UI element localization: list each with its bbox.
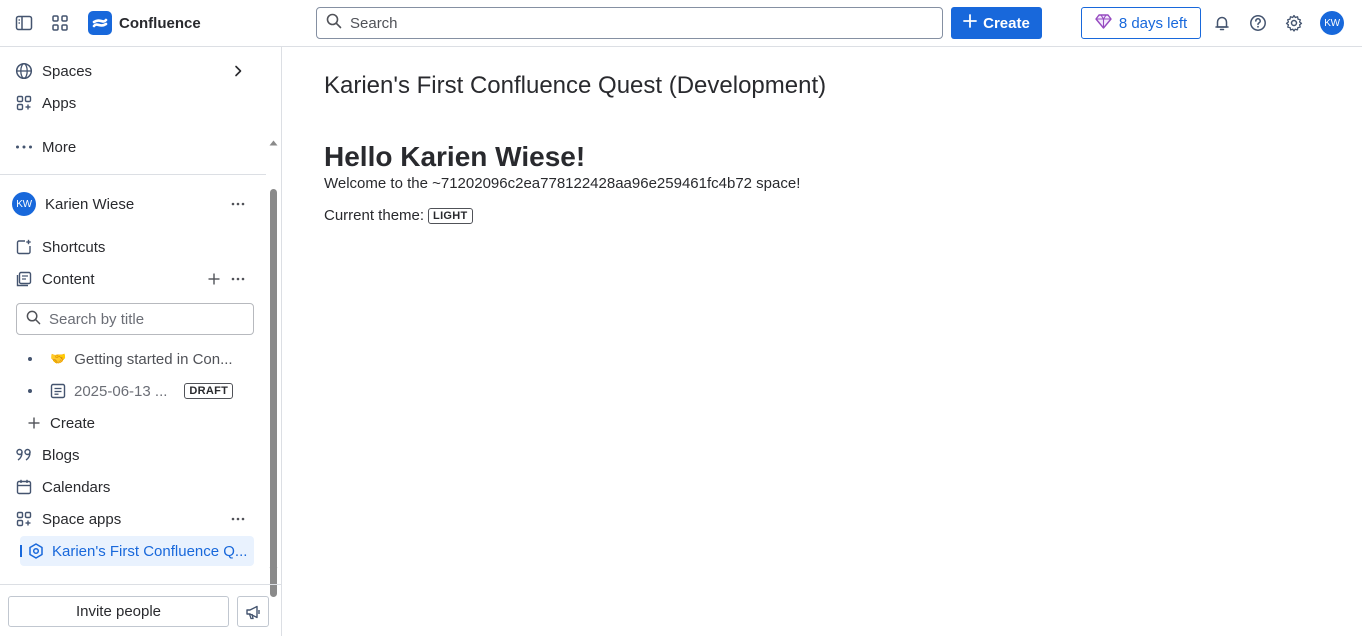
chevron-right-icon[interactable] bbox=[228, 61, 248, 81]
sidebar-item-shortcuts[interactable]: Shortcuts bbox=[8, 232, 258, 262]
trial-days-label: 8 days left bbox=[1118, 14, 1188, 32]
tree-item-label: 2025-06-13 ... bbox=[74, 382, 168, 400]
active-indicator bbox=[20, 545, 22, 557]
create-button[interactable]: Create bbox=[951, 7, 1042, 39]
sidebar-item-label: Shortcuts bbox=[42, 238, 106, 256]
confluence-logo-icon bbox=[88, 11, 112, 35]
search-placeholder: Search bbox=[350, 14, 398, 32]
invite-people-label: Invite people bbox=[75, 603, 162, 620]
top-navigation-bar: Confluence Search Create 8 days left KW bbox=[0, 0, 1362, 47]
space-avatar: KW bbox=[12, 192, 36, 216]
sidebar-item-label: Blogs bbox=[42, 446, 80, 464]
shortcut-icon bbox=[15, 238, 33, 256]
sidebar-footer-divider bbox=[0, 584, 282, 585]
sidebar-divider bbox=[0, 174, 266, 175]
sidebar-toggle-icon[interactable] bbox=[13, 12, 35, 34]
sidebar-item-label: Calendars bbox=[42, 478, 111, 496]
tree-bullet bbox=[28, 357, 32, 361]
megaphone-icon bbox=[245, 604, 261, 620]
space-title: Karien's First Confluence Quest (Develop… bbox=[324, 72, 827, 99]
quote-icon bbox=[15, 446, 33, 464]
tree-item-label: Getting started in Con... bbox=[74, 350, 233, 368]
sidebar-item-label: Space apps bbox=[42, 510, 122, 528]
apps-icon bbox=[15, 94, 33, 112]
user-avatar-initials: KW bbox=[1320, 11, 1344, 35]
calendar-icon bbox=[15, 478, 33, 496]
settings-gear-icon[interactable] bbox=[1283, 12, 1305, 34]
tree-item-draft-page[interactable]: 2025-06-13 ... DRAFT bbox=[28, 377, 258, 405]
search-icon bbox=[26, 310, 41, 329]
sidebar-item-calendars[interactable]: Calendars bbox=[8, 472, 258, 502]
welcome-text: Welcome to the ~71202096c2ea778122428aa9… bbox=[324, 175, 801, 192]
feedback-megaphone-button[interactable] bbox=[237, 596, 269, 627]
content-pages-icon bbox=[15, 270, 33, 288]
main-content: Karien's First Confluence Quest (Develop… bbox=[283, 47, 1362, 636]
add-content-plus-icon[interactable] bbox=[204, 269, 224, 289]
sidebar-item-label: Spaces bbox=[42, 62, 93, 80]
space-user-header[interactable]: KW Karien Wiese bbox=[8, 189, 258, 219]
global-search-input[interactable]: Search bbox=[316, 7, 943, 39]
sidebar-item-label: Apps bbox=[42, 94, 77, 112]
sidebar-item-blogs[interactable]: Blogs bbox=[8, 440, 258, 470]
space-user-name: Karien Wiese bbox=[45, 195, 135, 213]
draft-badge: DRAFT bbox=[184, 383, 234, 399]
sidebar-scrollbar[interactable] bbox=[270, 189, 277, 597]
create-button-label: Create bbox=[983, 14, 1030, 32]
sidebar-item-label: More bbox=[42, 138, 77, 156]
confluence-logo[interactable]: Confluence bbox=[88, 11, 201, 35]
page-icon bbox=[50, 383, 66, 399]
plus-icon bbox=[28, 417, 40, 429]
page-heading: Hello Karien Wiese! bbox=[324, 141, 586, 172]
space-apps-more-actions-icon[interactable] bbox=[228, 509, 248, 529]
search-by-title-input[interactable]: Search by title bbox=[16, 303, 254, 335]
tree-create-button[interactable]: Create bbox=[28, 409, 95, 437]
user-avatar[interactable]: KW bbox=[1320, 11, 1344, 35]
tree-item-getting-started[interactable]: 🤝 Getting started in Con... bbox=[28, 345, 233, 373]
space-more-actions-icon[interactable] bbox=[228, 194, 248, 214]
content-more-actions-icon[interactable] bbox=[228, 269, 248, 289]
help-icon[interactable] bbox=[1247, 12, 1269, 34]
theme-line: Current theme: LIGHT bbox=[324, 207, 473, 224]
app-name: Confluence bbox=[119, 14, 201, 32]
sidebar-item-label: Content bbox=[42, 270, 95, 288]
handshake-emoji-icon: 🤝 bbox=[50, 351, 67, 366]
search-by-title-placeholder: Search by title bbox=[49, 310, 145, 328]
diamond-icon bbox=[1095, 13, 1112, 33]
notifications-bell-icon[interactable] bbox=[1211, 12, 1233, 34]
active-space-app-label: Karien's First Confluence Q... bbox=[52, 542, 248, 560]
hexagon-app-icon bbox=[28, 543, 44, 559]
sidebar-item-spaces[interactable]: Spaces bbox=[8, 56, 258, 86]
sidebar-item-space-apps[interactable]: Space apps bbox=[8, 504, 258, 534]
scroll-up-arrow-icon[interactable] bbox=[269, 133, 278, 149]
apps-icon bbox=[15, 510, 33, 528]
sidebar-item-active-space-app[interactable]: Karien's First Confluence Q... bbox=[20, 536, 254, 566]
plus-icon bbox=[963, 14, 978, 32]
tree-create-label: Create bbox=[50, 414, 96, 432]
more-dots-icon bbox=[15, 138, 33, 156]
sidebar: Spaces Apps More KW Karien Wiese Shortcu… bbox=[0, 47, 282, 636]
sidebar-item-more[interactable]: More bbox=[8, 132, 258, 162]
theme-label: Current theme: bbox=[324, 207, 425, 224]
scroll-down-arrow-icon[interactable] bbox=[269, 560, 278, 576]
globe-icon bbox=[15, 62, 33, 80]
app-switcher-icon[interactable] bbox=[49, 12, 71, 34]
trial-days-button[interactable]: 8 days left bbox=[1081, 7, 1201, 39]
tree-bullet bbox=[28, 389, 32, 393]
invite-people-button[interactable]: Invite people bbox=[8, 596, 229, 627]
theme-badge: LIGHT bbox=[428, 207, 473, 224]
sidebar-item-apps[interactable]: Apps bbox=[8, 88, 258, 118]
search-icon bbox=[326, 13, 342, 33]
